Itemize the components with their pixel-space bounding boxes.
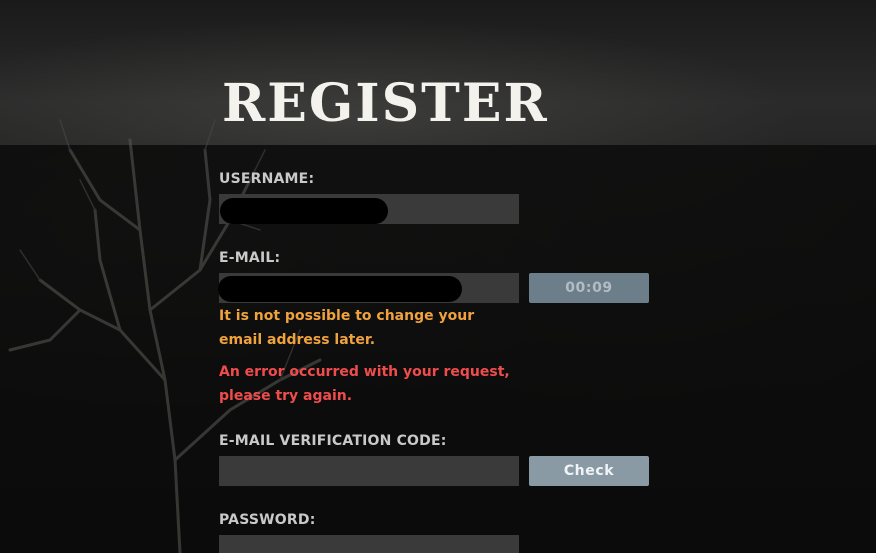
- password-label: PASSWORD:: [219, 512, 316, 528]
- email-redaction: [218, 276, 462, 302]
- request-error-message: An error occurred with your request, ple…: [219, 364, 510, 404]
- page-title: REGISTER: [222, 73, 549, 134]
- email-change-warning: It is not possible to change your email …: [219, 308, 475, 348]
- check-button[interactable]: Check: [529, 456, 649, 486]
- password-input[interactable]: [219, 535, 519, 553]
- username-label: USERNAME:: [219, 171, 315, 187]
- username-redaction: [220, 198, 388, 224]
- register-page: REGISTER USERNAME: E-MAIL: 00:09 It is n…: [0, 0, 876, 553]
- verification-code-input[interactable]: [219, 456, 519, 486]
- verification-code-label: E-MAIL VERIFICATION CODE:: [219, 433, 447, 449]
- email-label: E-MAIL:: [219, 250, 281, 266]
- resend-timer-button[interactable]: 00:09: [529, 273, 649, 303]
